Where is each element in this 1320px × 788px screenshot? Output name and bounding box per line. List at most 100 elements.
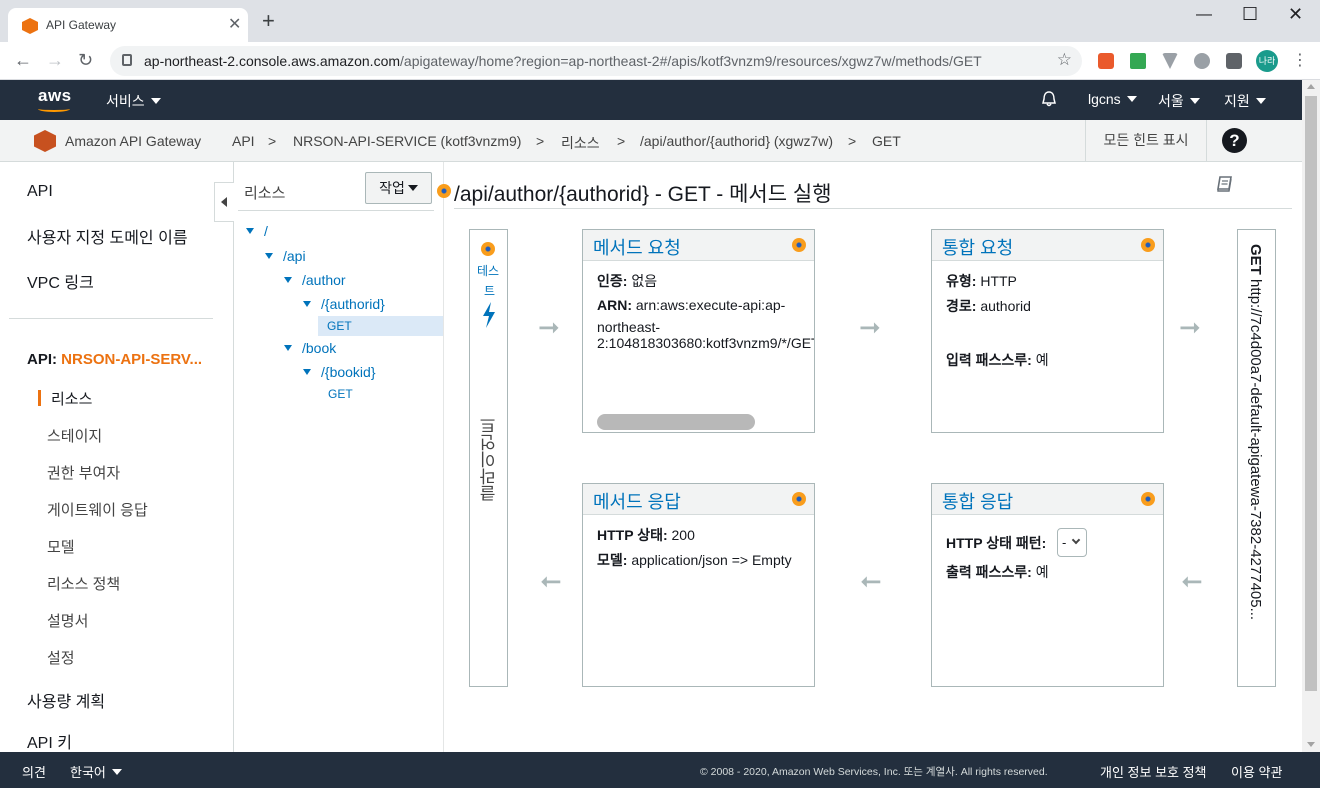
method-response-link[interactable]: 메서드 응답 <box>593 488 681 514</box>
status-pattern-select[interactable]: - <box>1057 528 1087 557</box>
documentation-book-icon[interactable] <box>1215 174 1235 194</box>
tree-node-book[interactable]: /book <box>284 340 336 356</box>
terms-link[interactable]: 이용 약관 <box>1231 762 1282 781</box>
close-window-icon[interactable]: ✕ <box>1288 4 1303 25</box>
close-tab-icon[interactable]: ✕ <box>228 14 241 34</box>
chevron-down-icon <box>1126 96 1137 102</box>
breadcrumb-item-api-name[interactable]: NRSON-API-SERVICE (kotf3vnzm9) <box>293 133 521 149</box>
copyright-text: © 2008 - 2020, Amazon Web Services, Inc.… <box>700 766 1048 778</box>
sidebar-item-resources[interactable]: 리소스 <box>51 388 92 409</box>
collapse-sidebar-button[interactable] <box>214 182 234 222</box>
test-link-line2[interactable]: 트 <box>484 282 495 299</box>
minimize-icon[interactable]: — <box>1196 6 1212 24</box>
browser-menu-icon[interactable]: ⋮ <box>1292 50 1308 70</box>
breadcrumb-item-resources[interactable]: 리소스 <box>561 133 600 153</box>
sidebar-item-stages[interactable]: 스테이지 <box>47 425 102 446</box>
client-panel: 테스 트 클라이언트 <box>469 229 508 687</box>
account-menu[interactable]: lgcns <box>1088 91 1137 107</box>
breadcrumb-item-api[interactable]: API <box>232 133 255 149</box>
address-bar[interactable]: ap-northeast-2.console.aws.amazon.com/ap… <box>110 46 1082 76</box>
back-icon[interactable]: ← <box>14 50 32 70</box>
sidebar-item-documentation[interactable]: 설명서 <box>47 610 88 631</box>
aws-logo[interactable]: aws <box>38 86 72 106</box>
breadcrumb-item-resource-path[interactable]: /api/author/{authorid} (xgwz7w) <box>640 133 833 149</box>
chevron-down-icon <box>111 769 122 775</box>
extension-4-icon[interactable] <box>1194 53 1210 69</box>
help-icon[interactable]: ? <box>1222 128 1247 153</box>
chevron-left-icon <box>221 197 227 207</box>
integration-request-card: 통합 요청 유형: HTTP 경로: authorid 입력 패스스루: 예 <box>931 229 1164 433</box>
tree-node-root[interactable]: / <box>246 223 268 239</box>
bookmark-star-icon[interactable]: ☆ <box>1057 50 1072 70</box>
sidebar-item-settings[interactable]: 설정 <box>47 647 75 668</box>
horizontal-scrollbar[interactable] <box>597 414 755 430</box>
tree-node-authorid-get[interactable]: GET <box>327 319 352 333</box>
page-scrollbar[interactable] <box>1302 80 1320 752</box>
test-link-line1[interactable]: 테스 <box>477 262 499 279</box>
tree-node-authorid[interactable]: /{authorid} <box>303 296 385 312</box>
extension-3-icon[interactable] <box>1162 53 1178 69</box>
integration-response-link[interactable]: 통합 응답 <box>942 488 1013 514</box>
sidebar-item-usage-plans[interactable]: 사용량 계획 <box>27 688 105 712</box>
extensions-puzzle-icon[interactable] <box>1226 53 1242 69</box>
hint-icon[interactable] <box>437 184 451 198</box>
language-select[interactable]: 한국어 <box>70 762 122 781</box>
tree-node-api[interactable]: /api <box>265 248 306 264</box>
chevron-down-icon <box>1255 98 1266 104</box>
api-gateway-service-icon <box>34 130 56 152</box>
extension-1-icon[interactable] <box>1098 53 1114 69</box>
sidebar-item-gateway-responses[interactable]: 게이트웨이 응답 <box>47 499 148 520</box>
actions-button[interactable]: 작업 <box>365 172 432 204</box>
region-menu[interactable]: 서울 <box>1158 91 1200 111</box>
tree-node-author[interactable]: /author <box>284 272 346 288</box>
http-status-row: HTTP 상태: 200 <box>597 527 695 543</box>
sidebar-item-authorizers[interactable]: 권한 부여자 <box>47 462 120 483</box>
new-tab-icon[interactable]: + <box>262 10 275 32</box>
sidebar-item-api[interactable]: API <box>27 183 53 201</box>
arn-row: ARN: arn:aws:execute-api:ap- <box>597 297 786 313</box>
url-text: ap-northeast-2.console.aws.amazon.com/ap… <box>144 53 982 69</box>
hint-icon[interactable] <box>481 242 495 256</box>
tree-node-bookid-get[interactable]: GET <box>328 387 353 401</box>
breadcrumb-separator: > <box>536 133 545 149</box>
notifications-bell-icon[interactable] <box>1040 90 1058 108</box>
profile-avatar[interactable]: 나라 <box>1256 50 1278 72</box>
service-name[interactable]: Amazon API Gateway <box>65 133 201 149</box>
services-menu[interactable]: 서비스 <box>106 91 161 111</box>
scrollbar-thumb[interactable] <box>1305 96 1317 691</box>
arrow-right-icon: ➞ <box>1179 312 1201 342</box>
breadcrumb: Amazon API Gateway API > NRSON-API-SERVI… <box>0 120 1302 162</box>
hint-icon[interactable] <box>1141 238 1155 252</box>
hint-icon[interactable] <box>792 238 806 252</box>
sidebar-item-api-keys[interactable]: API 키 <box>27 729 72 753</box>
lightning-bolt-icon[interactable] <box>481 302 497 328</box>
scroll-down-icon[interactable] <box>1307 742 1315 747</box>
reload-icon[interactable]: ↻ <box>78 50 93 70</box>
browser-tab[interactable]: API Gateway ✕ <box>8 8 248 42</box>
sidebar-item-models[interactable]: 모델 <box>47 536 75 557</box>
support-menu[interactable]: 지원 <box>1224 91 1266 111</box>
method-request-link[interactable]: 메서드 요청 <box>593 234 681 260</box>
show-all-hints-button[interactable]: 모든 힌트 표시 <box>1085 120 1207 161</box>
sidebar-current-api[interactable]: API: NRSON-API-SERV... <box>27 351 202 368</box>
maximize-icon[interactable]: ☐ <box>1242 4 1258 25</box>
scroll-up-icon[interactable] <box>1307 84 1315 89</box>
integration-request-link[interactable]: 통합 요청 <box>942 234 1013 260</box>
forward-icon[interactable]: → <box>46 50 64 70</box>
aws-top-nav: aws 서비스 lgcns 서울 지원 <box>0 80 1302 120</box>
sidebar-item-vpc-links[interactable]: VPC 링크 <box>27 269 94 293</box>
sidebar-item-custom-domains[interactable]: 사용자 지정 도메인 이름 <box>27 224 188 248</box>
breadcrumb-separator: > <box>268 133 277 149</box>
output-passthrough-row: 출력 패스스루: 예 <box>946 564 1049 580</box>
feedback-link[interactable]: 의견 <box>22 762 46 781</box>
extension-2-icon[interactable] <box>1130 53 1146 69</box>
hint-icon[interactable] <box>1141 492 1155 506</box>
hint-icon[interactable] <box>792 492 806 506</box>
tree-node-bookid[interactable]: /{bookid} <box>303 364 376 380</box>
model-row: 모델: application/json => Empty <box>597 552 792 568</box>
title-divider <box>454 208 1292 209</box>
page-title: /api/author/{authorid} - GET - 메서드 실행 <box>454 183 832 206</box>
sidebar-item-resource-policy[interactable]: 리소스 정책 <box>47 573 120 594</box>
privacy-policy-link[interactable]: 개인 정보 보호 정책 <box>1100 762 1207 781</box>
method-request-card: 메서드 요청 인증: 없음 ARN: arn:aws:execute-api:a… <box>582 229 815 433</box>
